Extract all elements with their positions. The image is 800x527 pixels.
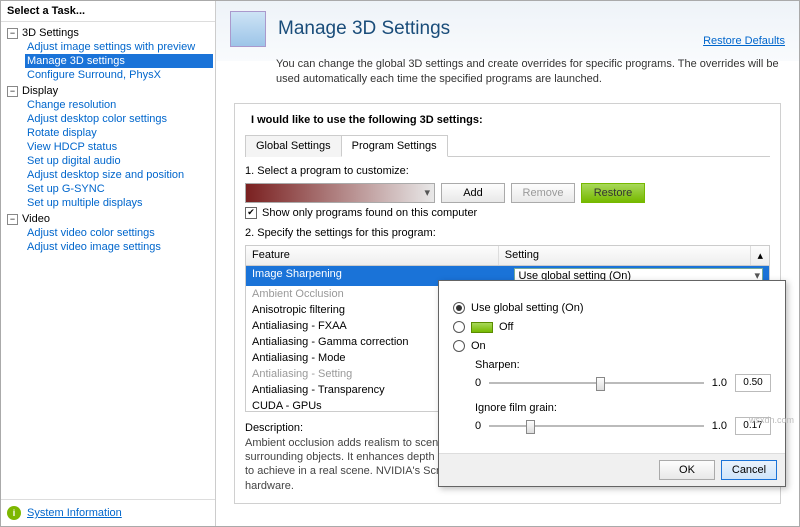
radio-use-global[interactable] — [453, 302, 465, 314]
collapse-icon[interactable]: − — [7, 86, 18, 97]
tree-group-header[interactable]: −Display — [3, 84, 213, 98]
tree-item[interactable]: Rotate display — [25, 126, 213, 140]
step2-label: 2. Specify the settings for this program… — [245, 227, 770, 239]
sharpen-slider[interactable] — [489, 382, 704, 384]
sharpen-label: Sharpen: — [475, 359, 771, 371]
groupbox-title: I would like to use the following 3D set… — [247, 114, 487, 126]
radio-on-label: On — [471, 340, 486, 352]
info-icon: i — [7, 506, 21, 520]
task-tree: −3D SettingsAdjust image settings with p… — [1, 22, 215, 499]
grain-min: 0 — [475, 420, 481, 432]
page-header: Manage 3D Settings Restore Defaults — [216, 1, 799, 51]
col-feature[interactable]: Feature — [246, 246, 499, 265]
restore-button[interactable]: Restore — [581, 183, 645, 203]
add-button[interactable]: Add — [441, 183, 505, 203]
cancel-button[interactable]: Cancel — [721, 460, 777, 480]
tree-item[interactable]: Adjust image settings with preview — [25, 40, 213, 54]
tree-group-label: Video — [22, 213, 50, 225]
tabs: Global Settings Program Settings — [245, 134, 770, 157]
step1-label: 1. Select a program to customize: — [245, 165, 770, 177]
radio-off-label: Off — [499, 321, 513, 333]
left-pane: Select a Task... −3D SettingsAdjust imag… — [1, 1, 216, 526]
tree-item[interactable]: View HDCP status — [25, 140, 213, 154]
nvidia-badge-icon — [471, 322, 493, 333]
sharpen-value[interactable]: 0.50 — [735, 374, 771, 392]
tab-global-settings[interactable]: Global Settings — [245, 135, 342, 157]
tree-item[interactable]: Change resolution — [25, 98, 213, 112]
tree-item[interactable]: Set up G-SYNC — [25, 182, 213, 196]
tree-group-label: 3D Settings — [22, 27, 79, 39]
system-information-link[interactable]: System Information — [27, 507, 122, 519]
grain-label: Ignore film grain: — [475, 402, 771, 414]
program-select-combo[interactable] — [245, 183, 435, 203]
grain-max: 1.0 — [712, 420, 727, 432]
tree-item[interactable]: Manage 3D settings — [25, 54, 213, 68]
show-only-label: Show only programs found on this compute… — [262, 207, 477, 219]
tree-group-header[interactable]: −3D Settings — [3, 26, 213, 40]
tree-item[interactable]: Adjust desktop size and position — [25, 168, 213, 182]
page-title: Manage 3D Settings — [278, 18, 703, 40]
sharpen-min: 0 — [475, 377, 481, 389]
tree-item[interactable]: Set up digital audio — [25, 154, 213, 168]
sharpen-thumb[interactable] — [596, 377, 605, 391]
grain-slider[interactable] — [489, 425, 704, 427]
tree-item[interactable]: Adjust video color settings — [25, 226, 213, 240]
ok-button[interactable]: OK — [659, 460, 715, 480]
restore-defaults-link[interactable]: Restore Defaults — [703, 35, 785, 47]
header-icon — [230, 11, 266, 47]
collapse-icon[interactable]: − — [7, 214, 18, 225]
tree-item[interactable]: Configure Surround, PhysX — [25, 68, 213, 82]
radio-use-global-label: Use global setting (On) — [471, 302, 584, 314]
tree-group-label: Display — [22, 85, 58, 97]
tree-item[interactable]: Adjust desktop color settings — [25, 112, 213, 126]
tree-group-header[interactable]: −Video — [3, 212, 213, 226]
scroll-up-icon[interactable]: ▴ — [751, 246, 769, 265]
page-intro: You can change the global 3D settings an… — [216, 51, 799, 97]
image-sharpening-popup: Use global setting (On) Off On Sharpen: … — [438, 280, 786, 487]
tab-program-settings[interactable]: Program Settings — [341, 135, 448, 157]
system-information-row: i System Information — [1, 499, 215, 526]
show-only-checkbox[interactable]: ✔ — [245, 207, 257, 219]
remove-button[interactable]: Remove — [511, 183, 575, 203]
sharpen-max: 1.0 — [712, 377, 727, 389]
watermark: wsxdn.com — [749, 415, 794, 425]
grain-thumb[interactable] — [526, 420, 535, 434]
tree-item[interactable]: Set up multiple displays — [25, 196, 213, 210]
col-setting[interactable]: Setting — [499, 246, 752, 265]
tree-item[interactable]: Adjust video image settings — [25, 240, 213, 254]
radio-off[interactable] — [453, 321, 465, 333]
collapse-icon[interactable]: − — [7, 28, 18, 39]
radio-on[interactable] — [453, 340, 465, 352]
task-header: Select a Task... — [1, 1, 215, 22]
